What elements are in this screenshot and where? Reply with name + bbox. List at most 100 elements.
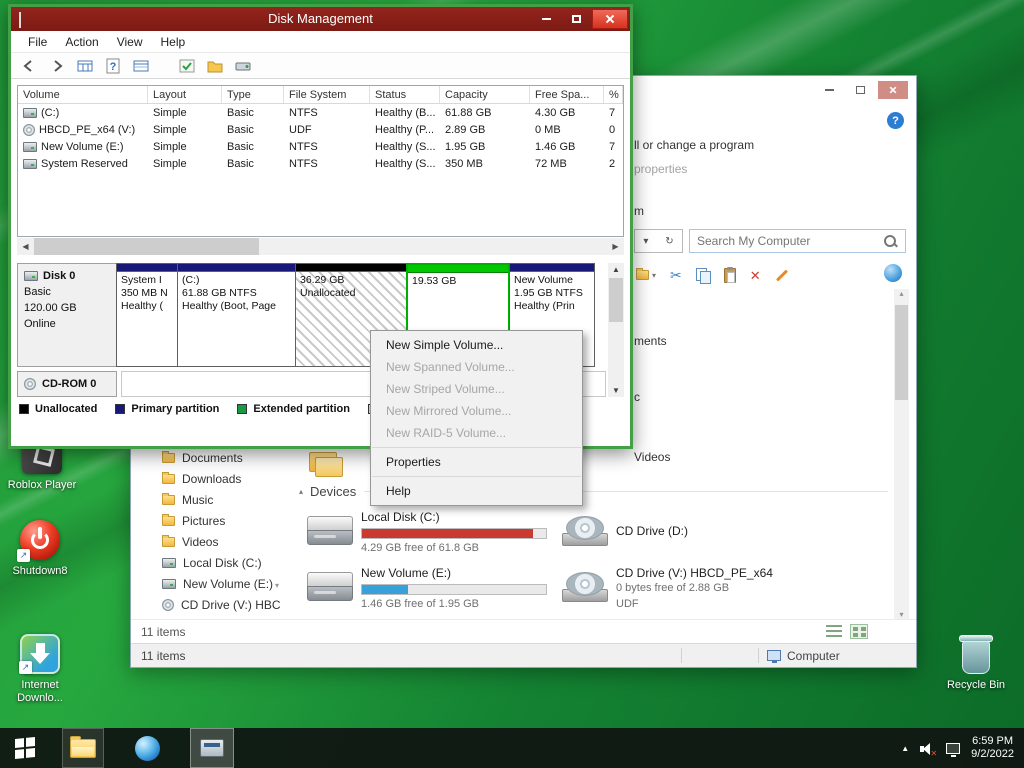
details-view-icon[interactable] [826, 625, 842, 638]
export-list-icon[interactable] [133, 58, 149, 74]
drive-tile-cd-drive-d[interactable]: CD Drive (D:) [562, 510, 817, 560]
rename-icon[interactable] [775, 268, 789, 282]
folder-partial-label[interactable]: c [634, 390, 640, 404]
minimize-button[interactable] [816, 81, 842, 99]
network-icon[interactable] [946, 742, 961, 757]
organize-dropdown[interactable]: ▾ [636, 268, 656, 280]
cdrom-info[interactable]: CD-ROM 0 [17, 371, 117, 397]
cut-icon[interactable]: ✂ [670, 268, 682, 282]
volume-row-hbcd[interactable]: HBCD_PE_x64 (V:) Simple Basic UDF Health… [18, 121, 623, 138]
help-icon[interactable]: ? [105, 58, 121, 74]
start-button[interactable] [0, 728, 50, 768]
column-header[interactable]: Layout [148, 86, 222, 103]
clock-date: 9/2/2022 [971, 748, 1014, 760]
volume-layout: Simple [153, 106, 187, 119]
nav-item-documents[interactable]: Documents [162, 448, 243, 468]
scroll-down-icon[interactable]: ▾ [899, 610, 903, 619]
folder-partial-label[interactable]: ments [634, 334, 667, 348]
content-scrollbar[interactable]: ▴ ▾ [894, 289, 909, 619]
scroll-up-icon[interactable]: ▲ [612, 265, 620, 274]
scrollbar-thumb[interactable] [34, 238, 259, 255]
nav-item-local-disk-c[interactable]: Local Disk (C:) [162, 553, 262, 573]
volume-row-new-volume[interactable]: New Volume (E:) Simple Basic NTFS Health… [18, 138, 623, 155]
menu-action[interactable]: Action [56, 33, 107, 51]
address-bar-controls[interactable]: ▾ ↻ [634, 229, 683, 253]
partition-c[interactable]: (C:) 61.88 GB NTFS Healthy (Boot, Page [177, 263, 296, 367]
nav-item-cd-drive-v[interactable]: CD Drive (V:) HBC [162, 595, 281, 615]
scroll-down-icon[interactable]: ▼ [612, 386, 620, 395]
menu-item-new-simple-volume[interactable]: New Simple Volume... [371, 334, 582, 356]
scrollbar-thumb[interactable] [609, 278, 623, 322]
globe-icon[interactable] [884, 264, 902, 282]
volume-type: Basic [227, 106, 254, 119]
drive-tile-cd-drive-v[interactable]: CD Drive (V:) HBCD_PE_x64 0 bytes free o… [562, 566, 817, 616]
nav-item-videos[interactable]: Videos [162, 532, 218, 552]
pane-scrollbar[interactable]: ▲ ▼ [608, 263, 624, 397]
volume-row-c[interactable]: (C:) Simple Basic NTFS Healthy (B... 61.… [18, 104, 623, 121]
taskbar-disk-management[interactable] [190, 728, 234, 768]
partition-system-reserved[interactable]: System I 350 MB N Healthy ( [116, 263, 178, 367]
folder-stack-icon[interactable] [309, 450, 345, 478]
minimize-button[interactable] [532, 9, 560, 29]
column-header[interactable]: Status [370, 86, 440, 103]
column-header[interactable]: % [604, 86, 623, 103]
address-dropdown-icon[interactable]: ▾ [643, 236, 648, 247]
search-input[interactable] [690, 234, 884, 248]
drive-tile-local-disk-c[interactable]: Local Disk (C:) 4.29 GB free of 61.8 GB [307, 510, 562, 560]
console-tree-icon[interactable] [77, 58, 93, 74]
paste-icon[interactable] [723, 266, 736, 283]
cd-icon [162, 599, 174, 611]
column-header[interactable]: Capacity [440, 86, 530, 103]
maximize-button[interactable] [847, 81, 873, 99]
search-box[interactable] [689, 229, 906, 253]
column-header[interactable]: File System [284, 86, 370, 103]
help-button[interactable]: ? [887, 112, 904, 129]
nav-item-music[interactable]: Music [162, 490, 213, 510]
column-header[interactable]: Type [222, 86, 284, 103]
menu-item-help[interactable]: Help [371, 480, 582, 502]
disk-settings-icon[interactable] [235, 58, 251, 74]
menu-help[interactable]: Help [152, 33, 195, 51]
nav-item-downloads[interactable]: Downloads [162, 469, 241, 489]
drive-tile-new-volume-e[interactable]: New Volume (E:) 1.46 GB free of 1.95 GB [307, 566, 562, 616]
column-header[interactable]: Volume [18, 86, 148, 103]
taskbar-browser[interactable] [126, 728, 168, 768]
taskbar-file-explorer[interactable] [62, 728, 104, 768]
disk0-info[interactable]: Disk 0 Basic 120.00 GB Online [17, 263, 117, 367]
scrollbar-thumb[interactable] [895, 305, 908, 400]
menu-file[interactable]: File [19, 33, 56, 51]
taskbar-clock[interactable]: 6:59 PM 9/2/2022 [971, 735, 1014, 761]
menu-view[interactable]: View [108, 33, 152, 51]
maximize-button[interactable] [562, 9, 590, 29]
item-count: 11 items [141, 624, 186, 639]
menu-item-properties[interactable]: Properties [371, 451, 582, 473]
desktop-icon-shutdown8[interactable]: ↗ Shutdown8 [0, 520, 80, 578]
copy-icon[interactable] [695, 268, 711, 284]
column-header[interactable]: Free Spa... [530, 86, 604, 103]
desktop-icon-recycle-bin[interactable]: Recycle Bin [936, 632, 1016, 692]
scroll-up-icon[interactable]: ▴ [899, 289, 903, 298]
nav-scroll-chevron-icon[interactable]: ▾ [275, 581, 279, 590]
folder-partial-label[interactable]: Videos [634, 450, 670, 464]
toolbar-partial-uninstall[interactable]: ll or change a program [634, 138, 754, 152]
toolbar-partial-open[interactable]: m [634, 204, 644, 218]
scroll-left-icon[interactable]: ◀ [17, 238, 34, 255]
desktop-icon-idm[interactable]: ↗ Internet Downlo... [0, 634, 80, 705]
delete-icon[interactable]: ✕ [750, 269, 761, 282]
close-button[interactable] [878, 81, 908, 99]
nav-item-pictures[interactable]: Pictures [162, 511, 225, 531]
close-button[interactable] [592, 9, 628, 29]
properties-folder-icon[interactable] [207, 58, 223, 74]
nav-item-new-volume-e[interactable]: New Volume (E:) [162, 574, 273, 594]
action-check-icon[interactable] [179, 58, 195, 74]
refresh-icon[interactable]: ↻ [665, 236, 673, 247]
back-icon[interactable] [21, 58, 37, 74]
volume-row-system-reserved[interactable]: System Reserved Simple Basic NTFS Health… [18, 155, 623, 172]
thumbnails-view-icon[interactable] [850, 624, 868, 639]
horizontal-scrollbar[interactable]: ◀ ▶ [17, 238, 624, 255]
forward-icon[interactable] [49, 58, 65, 74]
scroll-right-icon[interactable]: ▶ [607, 238, 624, 255]
title-bar[interactable]: Disk Management [11, 7, 630, 31]
tray-expand-icon[interactable]: ▲ [901, 744, 909, 753]
volume-muted-icon[interactable]: ✕ [920, 742, 937, 758]
